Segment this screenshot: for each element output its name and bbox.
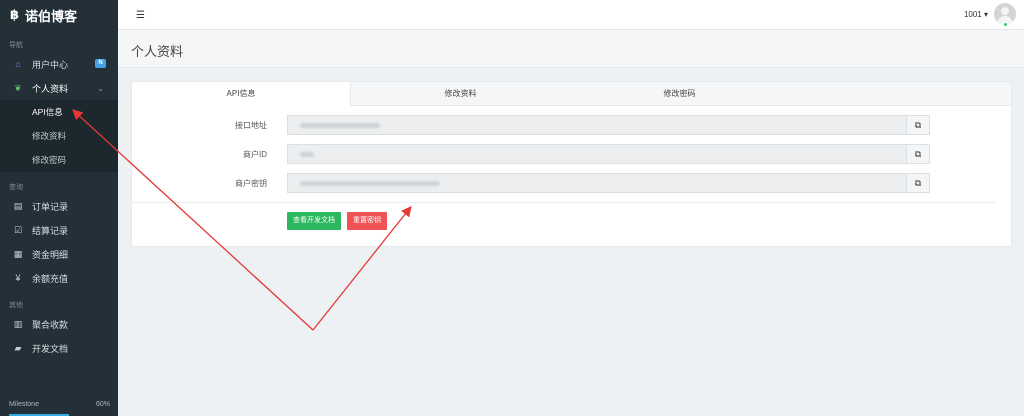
divider — [132, 202, 996, 203]
sidebar-item-label: 开发文档 — [32, 343, 69, 354]
field-label: 商户密钥 — [235, 179, 267, 188]
menu-toggle-icon[interactable]: ☰ — [136, 10, 145, 21]
milestone-value: 60% — [95, 401, 110, 408]
list-icon: ▤ — [13, 200, 23, 211]
profile-submenu: API信息 修改资料 修改密码 — [0, 100, 118, 172]
sidebar-item-label: 用户中心 — [32, 59, 69, 70]
sidebar-item-user-center[interactable]: ⌂ 用户中心 N — [0, 52, 118, 76]
sidebar: ฿ 诺伯博客 导航 ⌂ 用户中心 N ❦ 个人资料 ⌄ API信息 修改资料 修… — [0, 0, 118, 416]
section-title-other: 其他 — [9, 302, 23, 309]
leaf-icon: ❦ — [14, 82, 22, 93]
tab-edit-profile[interactable]: 修改资料 — [351, 82, 570, 105]
check-square-icon: ☑ — [13, 224, 23, 235]
home-icon: ⌂ — [15, 59, 21, 69]
page-header: 个人资料 — [118, 30, 1024, 68]
field-label: 接口地址 — [235, 121, 267, 130]
tab-api-info[interactable]: API信息 — [132, 82, 351, 107]
calendar-icon: ▦ — [13, 248, 23, 259]
qrcode-icon: ▥ — [13, 318, 23, 329]
brand-name: 诺伯博客 — [25, 8, 78, 24]
copy-icon[interactable]: ⧉ — [907, 115, 930, 135]
reset-key-button[interactable]: 重置密钥 — [347, 212, 387, 230]
profile-card: API信息 修改资料 修改密码 接口地址 ⧉ 商户ID ⧉ 商户密钥 ⧉ 查看开… — [131, 81, 1012, 247]
sidebar-item-settlement[interactable]: ☑ 结算记录 — [0, 218, 118, 242]
tab-change-password[interactable]: 修改密码 — [570, 82, 789, 105]
sidebar-item-label: 结算记录 — [32, 225, 69, 236]
sidebar-item-label: 资金明细 — [32, 249, 69, 260]
section-title-query: 查询 — [9, 184, 23, 191]
sidebar-item-aggregate[interactable]: ▥ 聚合收款 — [0, 312, 118, 336]
form-row-merchant-key: 商户密钥 ⧉ — [132, 173, 1011, 193]
redacted-value — [300, 123, 380, 128]
username[interactable]: 1001 ▾ — [964, 10, 988, 19]
sidebar-item-profile[interactable]: ❦ 个人资料 ⌄ — [0, 76, 118, 100]
sidebar-item-funds[interactable]: ▦ 资金明细 — [0, 242, 118, 266]
topbar: ☰ 1001 ▾ — [118, 0, 1024, 30]
online-indicator — [1003, 22, 1008, 27]
submenu-item-change-password[interactable]: 修改密码 — [0, 148, 118, 172]
milestone: Milestone 60% — [9, 401, 110, 408]
sidebar-item-recharge[interactable]: ¥ 余额充值 — [0, 266, 118, 290]
chevron-down-icon: ⌄ — [97, 83, 104, 93]
api-url-field[interactable] — [287, 115, 907, 135]
user-menu[interactable]: 1001 ▾ — [964, 3, 1016, 27]
milestone-label: Milestone — [9, 401, 39, 408]
book-icon: ▰ — [14, 342, 22, 353]
form-row-api-url: 接口地址 ⧉ — [132, 115, 1011, 135]
submenu-item-api-info[interactable]: API信息 — [0, 100, 118, 124]
sidebar-item-label: 个人资料 — [32, 83, 69, 94]
redacted-value — [300, 152, 314, 157]
sidebar-item-docs[interactable]: ▰ 开发文档 — [0, 336, 118, 360]
sidebar-item-label: 订单记录 — [32, 201, 69, 212]
sidebar-item-label: 余额充值 — [32, 273, 69, 284]
page-title: 个人资料 — [131, 44, 184, 59]
view-docs-button[interactable]: 查看开发文档 — [287, 212, 341, 230]
field-label: 商户ID — [243, 150, 267, 159]
copy-icon[interactable]: ⧉ — [907, 173, 930, 193]
redacted-value — [300, 181, 440, 186]
sidebar-item-orders[interactable]: ▤ 订单记录 — [0, 194, 118, 218]
copy-icon[interactable]: ⧉ — [907, 144, 930, 164]
section-title-nav: 导航 — [9, 42, 23, 49]
merchant-key-field[interactable] — [287, 173, 907, 193]
bitcoin-icon: ฿ — [10, 7, 20, 22]
form-row-merchant-id: 商户ID ⧉ — [132, 144, 1011, 164]
yen-icon: ¥ — [15, 273, 21, 283]
new-badge: N — [95, 59, 106, 68]
brand[interactable]: ฿ 诺伯博客 — [0, 0, 118, 30]
submenu-item-edit-profile[interactable]: 修改资料 — [0, 124, 118, 148]
merchant-id-field[interactable] — [287, 144, 907, 164]
sidebar-item-label: 聚合收款 — [32, 319, 69, 330]
tab-bar: API信息 修改资料 修改密码 — [132, 82, 1011, 107]
